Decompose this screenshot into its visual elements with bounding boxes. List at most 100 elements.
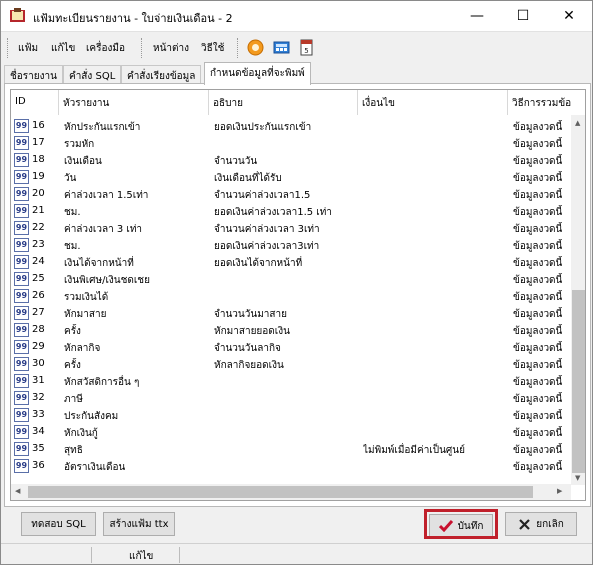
cell-title: เงินเดือน	[64, 156, 102, 167]
field-number-icon: 99	[14, 170, 29, 184]
toolbar-grip[interactable]	[237, 38, 239, 58]
cell-id: 25	[32, 273, 45, 284]
cell-id: 32	[32, 392, 45, 403]
cell-id: 34	[32, 426, 45, 437]
cell-title: ชม.	[64, 207, 81, 218]
maximize-button[interactable]: ☐	[500, 1, 546, 31]
field-number-icon: 99	[14, 306, 29, 320]
table-row[interactable]: 99 29 หักลากิจ จำนวนวันลากิจ ข้อมูลงวดนี้	[11, 339, 571, 356]
table-row[interactable]: 99 24 เงินได้จากหน้าที่ ยอดเงินได้จากหน้าที…	[11, 254, 571, 271]
status-divider	[91, 547, 92, 563]
calculator-icon[interactable]	[273, 39, 290, 56]
minimize-button[interactable]: —	[454, 1, 500, 31]
cell-id: 27	[32, 307, 45, 318]
menu-window[interactable]: หน้าต่าง	[153, 41, 189, 56]
field-number-icon: 99	[14, 272, 29, 286]
toolbar-grip[interactable]	[7, 38, 9, 58]
menu-help[interactable]: วิธีใช้	[201, 41, 224, 56]
horizontal-scroll-thumb[interactable]	[28, 486, 533, 498]
cell-id: 31	[32, 375, 45, 386]
cell-title: อัตราเงินเดือน	[64, 462, 126, 473]
column-header-aggregation[interactable]: วิธีการรวมข้อ	[508, 90, 571, 115]
vertical-scroll-thumb[interactable]	[572, 290, 585, 473]
close-button[interactable]: ✕	[546, 1, 592, 31]
cell-method: ข้อมูลงวดนี้	[513, 139, 563, 150]
tab-content-panel: ID หัวรายงาน อธิบาย เงื่อนไข วิธีการรวมข…	[4, 83, 591, 507]
cell-desc: จำนวนวัน	[214, 156, 258, 167]
tab-sort-command[interactable]: คำสั่งเรียงข้อมูล	[121, 65, 202, 84]
field-number-icon: 99	[14, 425, 29, 439]
field-number-icon: 99	[14, 323, 29, 337]
cell-method: ข้อมูลงวดนี้	[513, 122, 563, 133]
cell-desc: เงินเดือนที่ได้รับ	[214, 173, 282, 184]
cancel-button[interactable]: ยกเลิก	[505, 512, 577, 536]
table-row[interactable]: 99 28 ครั้ง หักมาสายยอดเงิน ข้อมูลงวดนี้	[11, 322, 571, 339]
table-row[interactable]: 99 34 หักเงินกู้ ข้อมูลงวดนี้	[11, 424, 571, 441]
table-row[interactable]: 99 21 ชม. ยอดเงินค่าล่วงเวลา1.5 เท่า ข้อมูลง…	[11, 203, 571, 220]
cell-id: 24	[32, 256, 45, 267]
vertical-scrollbar[interactable]: ▲ ▼	[571, 115, 585, 485]
cell-id: 35	[32, 443, 45, 454]
table-row[interactable]: 99 36 อัตราเงินเดือน ข้อมูลงวดนี้	[11, 458, 571, 475]
cell-title: หักเงินกู้	[64, 428, 98, 439]
field-number-icon: 99	[14, 119, 29, 133]
cell-title: เงินพิเศษ/เงินชดเชย	[64, 275, 150, 286]
cell-id: 30	[32, 358, 45, 369]
column-header-id[interactable]: ID	[11, 90, 59, 115]
menu-edit[interactable]: แก้ไข	[51, 41, 75, 56]
scroll-up-arrow-icon[interactable]: ▲	[575, 119, 580, 127]
cell-desc: หักมาสายยอดเงิน	[214, 326, 290, 337]
table-row[interactable]: 99 27 หักมาสาย จำนวนวันมาสาย ข้อมูลงวดนี้	[11, 305, 571, 322]
cell-title: หักสวัสดิการอื่น ๆ	[64, 377, 140, 388]
print-fields-grid[interactable]: ID หัวรายงาน อธิบาย เงื่อนไข วิธีการรวมข…	[10, 89, 586, 501]
menu-file[interactable]: แฟ้ม	[18, 41, 38, 56]
table-row[interactable]: 99 25 เงินพิเศษ/เงินชดเชย ข้อมูลงวดนี้	[11, 271, 571, 288]
cell-title: ค่าล่วงเวลา 3 เท่า	[64, 224, 143, 235]
window-title: แฟ้มทะเบียนรายงาน - ใบจ่ายเงินเดือน - 2	[33, 12, 233, 25]
table-row[interactable]: 99 22 ค่าล่วงเวลา 3 เท่า จำนวนค่าล่วงเวลา 3…	[11, 220, 571, 237]
column-header-title[interactable]: หัวรายงาน	[59, 90, 209, 115]
cell-title: เงินได้จากหน้าที่	[64, 258, 134, 269]
table-row[interactable]: 99 19 วัน เงินเดือนที่ได้รับ ข้อมูลงวดนี้	[11, 169, 571, 186]
table-row[interactable]: 99 16 หักประกันแรกเข้า ยอดเงินประกันแรกเข้า…	[11, 118, 571, 135]
field-number-icon: 99	[14, 221, 29, 235]
cell-method: ข้อมูลงวดนี้	[513, 275, 563, 286]
table-row[interactable]: 99 17 รวมหัก ข้อมูลงวดนี้	[11, 135, 571, 152]
tab-print-fields[interactable]: กำหนดข้อมูลที่จะพิมพ์	[204, 62, 311, 85]
tab-report-name[interactable]: ชื่อรายงาน	[4, 65, 63, 84]
table-row[interactable]: 99 20 ค่าล่วงเวลา 1.5เท่า จำนวนค่าล่วงเวลา1…	[11, 186, 571, 203]
test-sql-button[interactable]: ทดสอบ SQL	[21, 512, 96, 536]
cell-id: 21	[32, 205, 45, 216]
table-row[interactable]: 99 18 เงินเดือน จำนวนวัน ข้อมูลงวดนี้	[11, 152, 571, 169]
scroll-down-arrow-icon[interactable]: ▼	[575, 474, 580, 482]
cell-id: 22	[32, 222, 45, 233]
cell-method: ข้อมูลงวดนี้	[513, 156, 563, 167]
help-circle-icon[interactable]	[247, 39, 264, 56]
cell-method: ข้อมูลงวดนี้	[513, 394, 563, 405]
horizontal-scrollbar[interactable]: ◀ ▶	[11, 484, 571, 500]
table-row[interactable]: 99 26 รวมเงินได้ ข้อมูลงวดนี้	[11, 288, 571, 305]
table-row[interactable]: 99 23 ชม. ยอดเงินค่าล่วงเวลา3เท่า ข้อมูลงวดน…	[11, 237, 571, 254]
cell-method: ข้อมูลงวดนี้	[513, 190, 563, 201]
table-row[interactable]: 99 35 สุทธิ ไม่พิมพ์เมื่อมีค่าเป็นศูนย์ ข้อม…	[11, 441, 571, 458]
field-number-icon: 99	[14, 442, 29, 456]
cell-title: ชม.	[64, 241, 81, 252]
table-row[interactable]: 99 33 ประกันสังคม ข้อมูลงวดนี้	[11, 407, 571, 424]
menu-tools[interactable]: เครื่องมือ	[86, 41, 125, 56]
report-register-window: แฟ้มทะเบียนรายงาน - ใบจ่ายเงินเดือน - 2 …	[0, 0, 593, 565]
field-number-icon: 99	[14, 408, 29, 422]
table-row[interactable]: 99 30 ครั้ง หักลากิจยอดเงิน ข้อมูลงวดนี้	[11, 356, 571, 373]
create-ttx-button[interactable]: สร้างแฟ้ม ttx	[103, 512, 175, 536]
tab-sql-command[interactable]: คำสั่ง SQL	[63, 65, 122, 84]
grid-header: ID หัวรายงาน อธิบาย เงื่อนไข วิธีการรวมข…	[11, 90, 585, 115]
table-row[interactable]: 99 32 ภาษี ข้อมูลงวดนี้	[11, 390, 571, 407]
scroll-right-arrow-icon[interactable]: ▶	[557, 487, 562, 495]
table-row[interactable]: 99 31 หักสวัสดิการอื่น ๆ ข้อมูลงวดนี้	[11, 373, 571, 390]
toolbar-grip[interactable]	[141, 38, 143, 58]
cell-method: ข้อมูลงวดนี้	[513, 377, 563, 388]
calendar-icon[interactable]: 5	[298, 39, 315, 56]
column-header-description[interactable]: อธิบาย	[209, 90, 358, 115]
scroll-left-arrow-icon[interactable]: ◀	[15, 487, 20, 495]
column-header-condition[interactable]: เงื่อนไข	[358, 90, 508, 115]
field-number-icon: 99	[14, 136, 29, 150]
